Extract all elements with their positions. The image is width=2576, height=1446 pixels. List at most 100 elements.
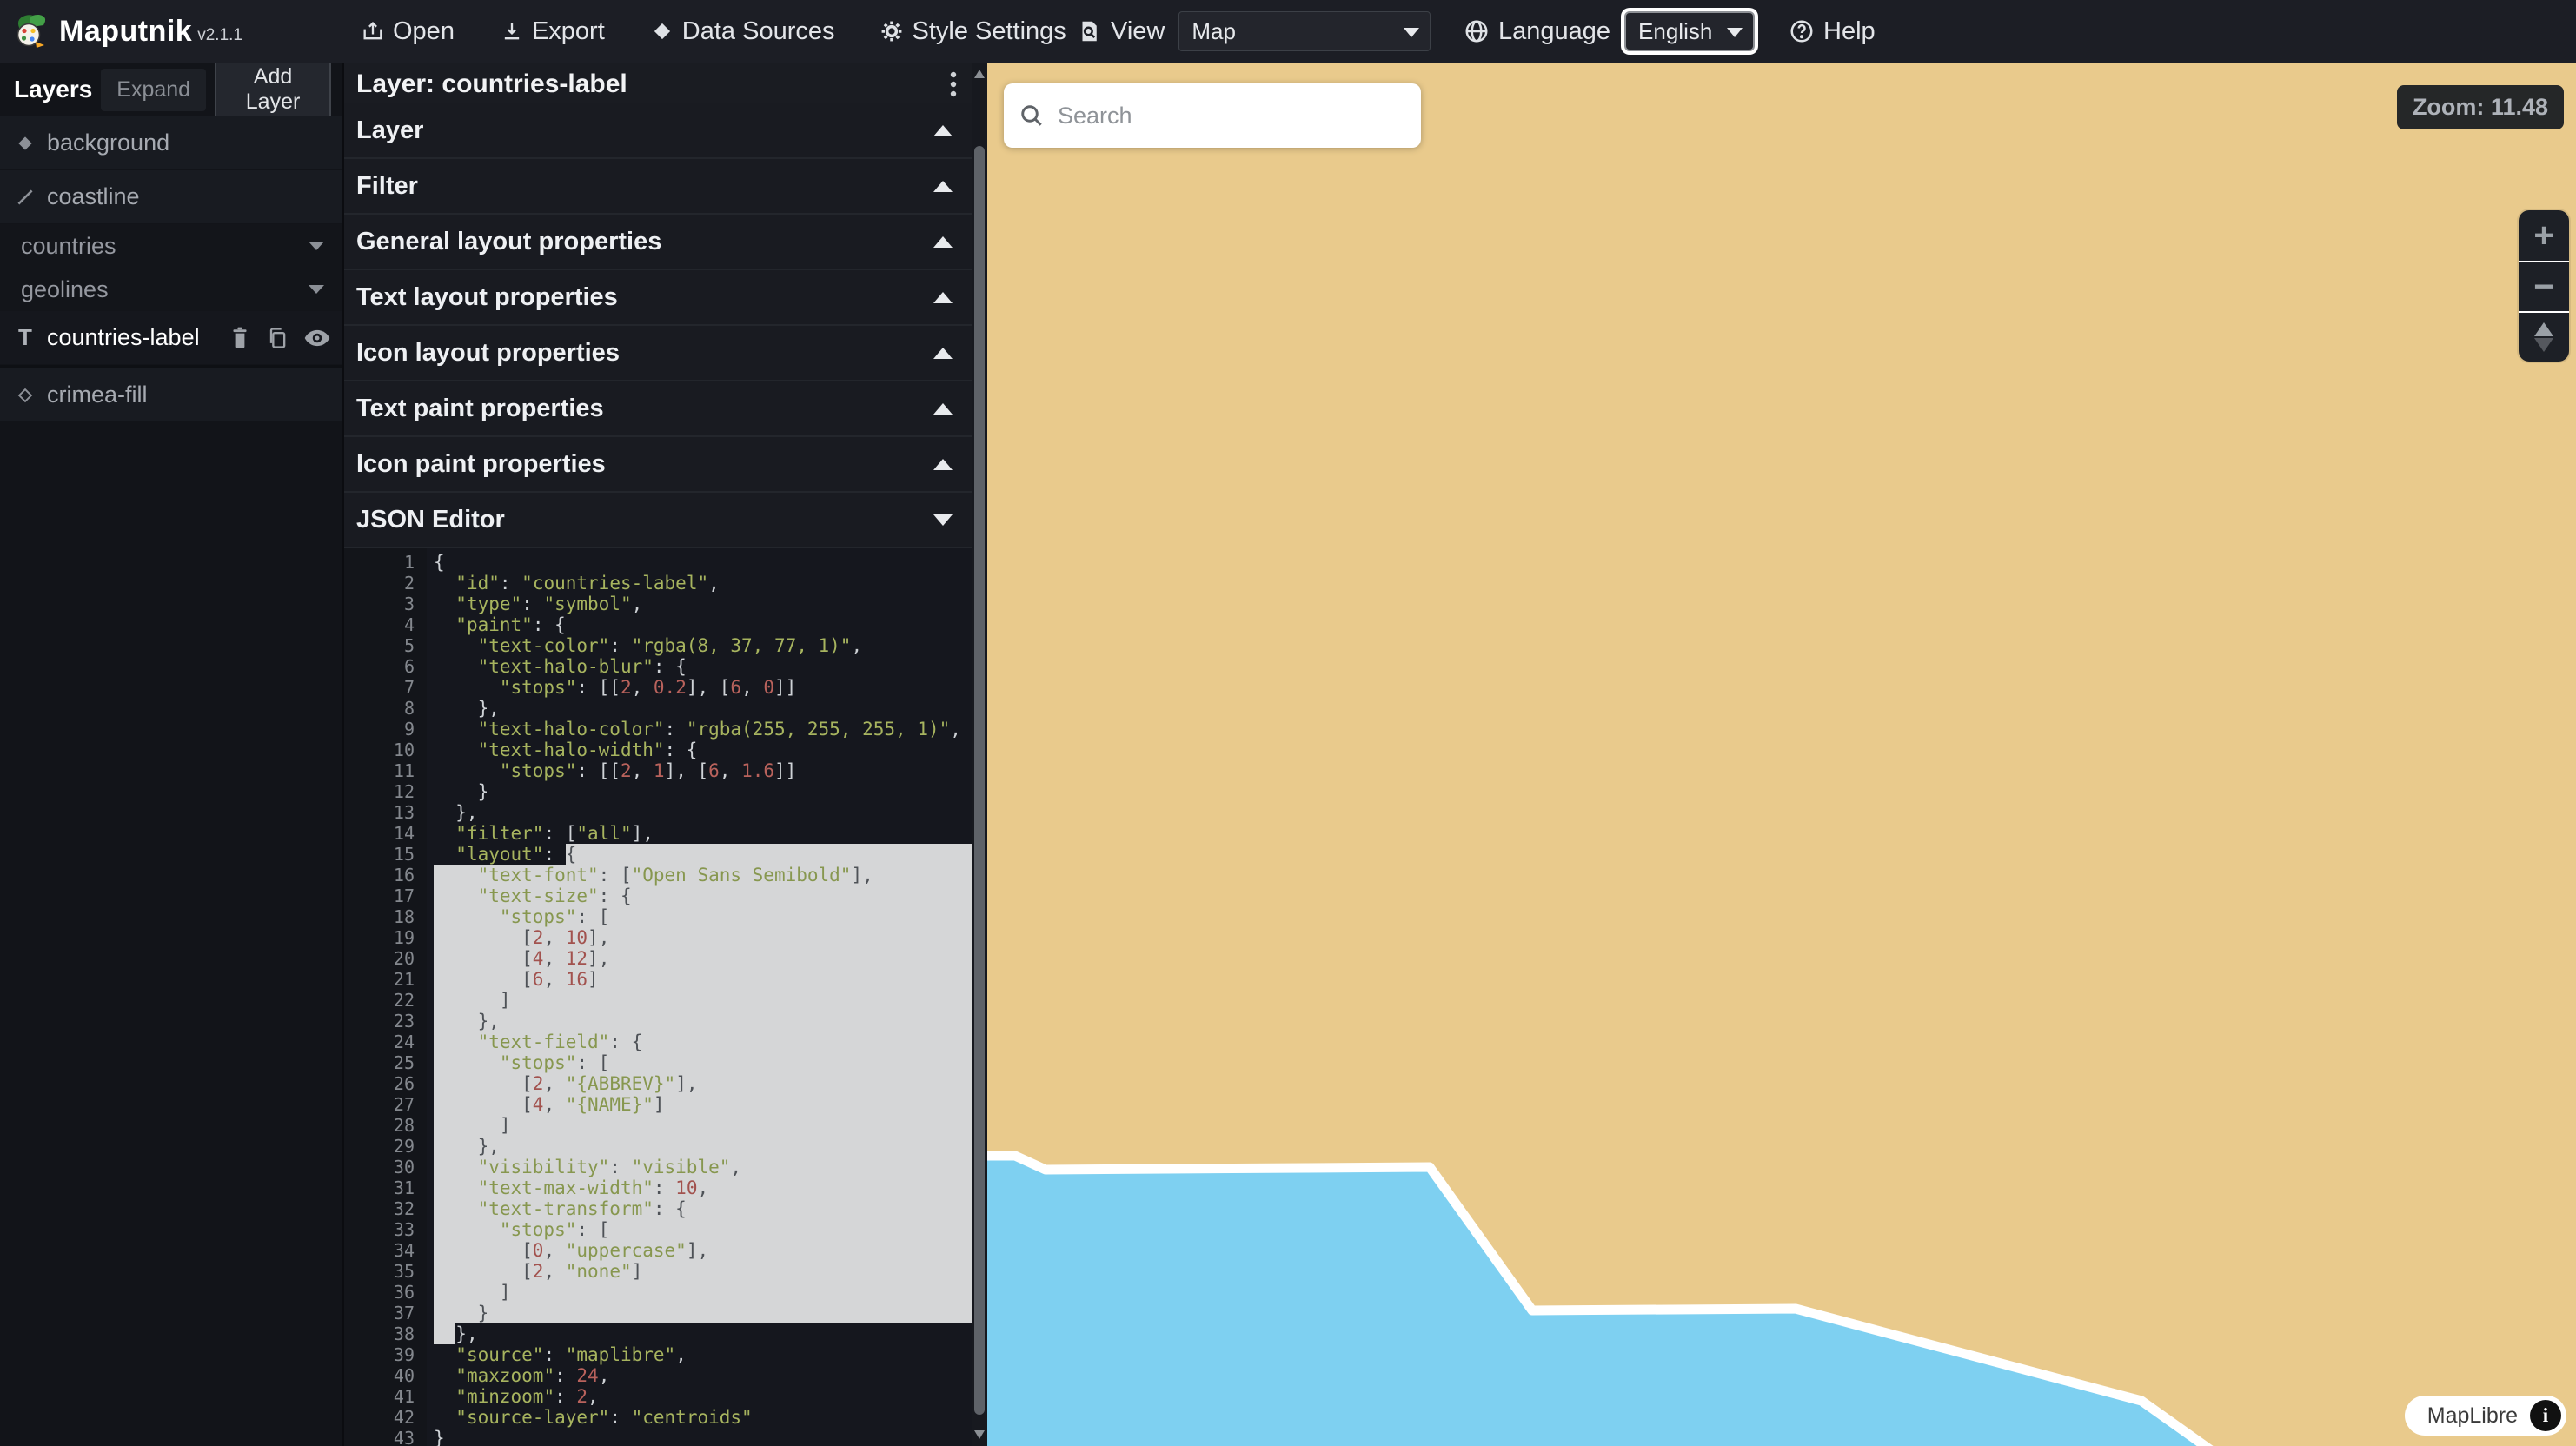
code-line-41[interactable]: 41 "minzoom": 2, [344, 1386, 972, 1407]
code-text: [4, "{NAME}"] [427, 1094, 972, 1115]
code-line-42[interactable]: 42 "source-layer": "centroids" [344, 1407, 972, 1428]
layer-item-background[interactable]: background [0, 116, 342, 170]
layer-group-geolines[interactable]: geolines [0, 268, 342, 311]
expand-arrow-icon[interactable] [933, 348, 953, 359]
layer-item-countries-label[interactable]: Tcountries-label [0, 311, 342, 365]
add-layer-button[interactable]: Add Layer [215, 56, 331, 123]
kebab-menu-icon[interactable] [949, 70, 958, 99]
json-editor[interactable]: 1{2 "id": "countries-label",3 "type": "s… [344, 548, 972, 1446]
code-line-28[interactable]: 28 ] [344, 1115, 972, 1136]
scrollbar-up-arrow-icon[interactable] [974, 70, 985, 78]
code-line-25[interactable]: 25 "stops": [ [344, 1052, 972, 1073]
language-select[interactable]: English [1624, 11, 1755, 51]
scrollbar-down-arrow-icon[interactable] [974, 1430, 985, 1439]
code-line-13[interactable]: 13 }, [344, 802, 972, 823]
code-line-34[interactable]: 34 [0, "uppercase"], [344, 1240, 972, 1261]
map-canvas[interactable]: Zoom: 11.48 + − MapLibre i [987, 63, 2576, 1446]
style-settings-button[interactable]: Style Settings [880, 17, 1066, 46]
code-line-3[interactable]: 3 "type": "symbol", [344, 594, 972, 614]
code-line-32[interactable]: 32 "text-transform": { [344, 1198, 972, 1219]
code-line-10[interactable]: 10 "text-halo-width": { [344, 740, 972, 760]
code-line-8[interactable]: 8 }, [344, 698, 972, 719]
section-text-layout-properties[interactable]: Text layout properties [344, 270, 972, 326]
open-button[interactable]: Open [361, 17, 455, 46]
chevron-down-icon[interactable] [309, 285, 324, 294]
section-json-editor[interactable]: JSON Editor [344, 493, 972, 548]
code-line-2[interactable]: 2 "id": "countries-label", [344, 573, 972, 594]
code-line-19[interactable]: 19 [2, 10], [344, 927, 972, 948]
code-line-11[interactable]: 11 "stops": [[2, 1], [6, 1.6]] [344, 760, 972, 781]
section-layer[interactable]: Layer [344, 103, 972, 159]
line-number: 33 [344, 1219, 427, 1240]
code-line-1[interactable]: 1{ [344, 552, 972, 573]
code-line-15[interactable]: 15 "layout": { [344, 844, 972, 865]
trash-icon[interactable] [229, 326, 251, 350]
code-line-38[interactable]: 38 }, [344, 1323, 972, 1344]
code-line-23[interactable]: 23 }, [344, 1011, 972, 1031]
code-line-35[interactable]: 35 [2, "none"] [344, 1261, 972, 1282]
panel-scrollbar[interactable] [972, 63, 987, 1446]
section-icon-paint-properties[interactable]: Icon paint properties [344, 437, 972, 493]
expand-arrow-icon[interactable] [933, 403, 953, 415]
layer-item-crimea-fill[interactable]: crimea-fill [0, 368, 342, 422]
layer-group-countries[interactable]: countries [0, 224, 342, 268]
code-line-20[interactable]: 20 [4, 12], [344, 948, 972, 969]
code-line-21[interactable]: 21 [6, 16] [344, 969, 972, 990]
code-line-14[interactable]: 14 "filter": ["all"], [344, 823, 972, 844]
code-text: "visibility": "visible", [427, 1157, 972, 1177]
section-label: Filter [356, 172, 933, 201]
code-line-36[interactable]: 36 ] [344, 1282, 972, 1303]
section-icon-layout-properties[interactable]: Icon layout properties [344, 326, 972, 381]
expand-arrow-icon[interactable] [933, 181, 953, 192]
code-line-24[interactable]: 24 "text-field": { [344, 1031, 972, 1052]
expand-arrow-icon[interactable] [933, 292, 953, 303]
code-line-27[interactable]: 27 [4, "{NAME}"] [344, 1094, 972, 1115]
expand-arrow-icon[interactable] [933, 236, 953, 248]
section-general-layout-properties[interactable]: General layout properties [344, 215, 972, 270]
scrollbar-thumb[interactable] [974, 146, 985, 1415]
code-line-39[interactable]: 39 "source": "maplibre", [344, 1344, 972, 1365]
code-line-16[interactable]: 16 "text-font": ["Open Sans Semibold"], [344, 865, 972, 886]
search-input[interactable] [1058, 103, 1407, 129]
code-line-22[interactable]: 22 ] [344, 990, 972, 1011]
code-line-37[interactable]: 37 } [344, 1303, 972, 1323]
section-filter[interactable]: Filter [344, 159, 972, 215]
code-line-33[interactable]: 33 "stops": [ [344, 1219, 972, 1240]
code-line-5[interactable]: 5 "text-color": "rgba(8, 37, 77, 1)", [344, 635, 972, 656]
code-text: }, [427, 698, 972, 719]
code-line-31[interactable]: 31 "text-max-width": 10, [344, 1177, 972, 1198]
code-line-43[interactable]: 43} [344, 1428, 972, 1446]
code-line-29[interactable]: 29 }, [344, 1136, 972, 1157]
export-button[interactable]: Export [500, 17, 605, 46]
view-icon [1076, 18, 1102, 44]
expand-arrow-icon[interactable] [933, 125, 953, 136]
code-line-7[interactable]: 7 "stops": [[2, 0.2], [6, 0]] [344, 677, 972, 698]
section-text-paint-properties[interactable]: Text paint properties [344, 381, 972, 437]
code-line-30[interactable]: 30 "visibility": "visible", [344, 1157, 972, 1177]
copy-icon[interactable] [265, 326, 289, 350]
eye-icon[interactable] [303, 328, 331, 348]
code-line-4[interactable]: 4 "paint": { [344, 614, 972, 635]
code-line-40[interactable]: 40 "maxzoom": 24, [344, 1365, 972, 1386]
expand-arrow-icon[interactable] [933, 459, 953, 470]
code-line-17[interactable]: 17 "text-size": { [344, 886, 972, 906]
search-icon [1018, 102, 1046, 129]
code-line-6[interactable]: 6 "text-halo-blur": { [344, 656, 972, 677]
chevron-down-icon[interactable] [309, 242, 324, 250]
code-line-18[interactable]: 18 "stops": [ [344, 906, 972, 927]
compass-button[interactable] [2519, 311, 2569, 362]
zoom-in-button[interactable]: + [2519, 210, 2569, 261]
info-icon[interactable]: i [2530, 1400, 2561, 1431]
help-button[interactable]: Help [1789, 0, 1876, 63]
code-line-12[interactable]: 12 } [344, 781, 972, 802]
data-sources-button[interactable]: Data Sources [650, 17, 835, 46]
view-select[interactable]: Map [1178, 11, 1431, 51]
collapse-arrow-icon[interactable] [933, 514, 953, 526]
zoom-out-button[interactable]: − [2519, 261, 2569, 311]
expand-button[interactable]: Expand [101, 69, 206, 111]
language-group: Language English [1464, 0, 1755, 63]
view-group: View Map [1076, 0, 1431, 63]
layer-item-coastline[interactable]: coastline [0, 170, 342, 224]
code-line-9[interactable]: 9 "text-halo-color": "rgba(255, 255, 255… [344, 719, 972, 740]
code-line-26[interactable]: 26 [2, "{ABBREV}"], [344, 1073, 972, 1094]
